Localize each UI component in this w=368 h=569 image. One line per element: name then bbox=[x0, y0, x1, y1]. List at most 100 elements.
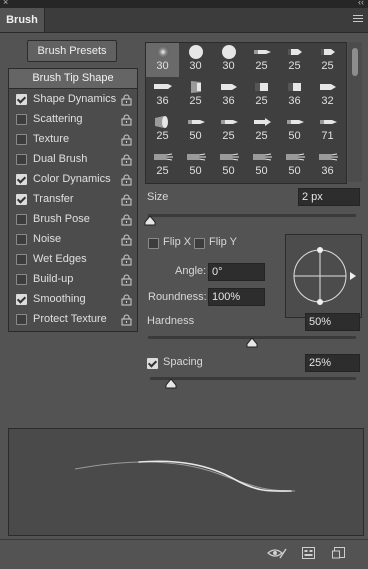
dual-brush-checkbox[interactable] bbox=[16, 154, 27, 165]
brush-size-label: 25 bbox=[288, 60, 301, 72]
brush-size-label: 36 bbox=[288, 95, 301, 107]
spacing-slider[interactable] bbox=[150, 377, 356, 380]
sidebar-item-dual-brush[interactable]: Dual Brush bbox=[9, 149, 137, 169]
build-up-checkbox[interactable] bbox=[16, 274, 27, 285]
transfer-checkbox[interactable] bbox=[16, 194, 27, 205]
sidebar-item-brush-pose[interactable]: Brush Pose bbox=[9, 209, 137, 229]
brush-size-label: 50 bbox=[288, 130, 301, 142]
eye-brush-icon[interactable] bbox=[267, 547, 287, 562]
shape-dynamics-checkbox[interactable] bbox=[16, 94, 27, 105]
brush-tip-cell[interactable]: 30 bbox=[146, 43, 179, 77]
lock-icon[interactable] bbox=[121, 113, 132, 126]
hard-round-brush-icon bbox=[185, 45, 207, 59]
brush-tip-cell[interactable]: 30 bbox=[179, 43, 212, 77]
pencil-brush-icon bbox=[251, 45, 273, 59]
sidebar-item-label: Smoothing bbox=[33, 293, 86, 305]
brush-tip-cell[interactable]: 50 bbox=[179, 148, 212, 182]
grid-icon[interactable] bbox=[302, 547, 315, 562]
size-slider[interactable] bbox=[148, 214, 356, 217]
brush-tip-cell[interactable]: 25 bbox=[212, 113, 245, 147]
noise-checkbox[interactable] bbox=[16, 234, 27, 245]
brush-presets-button[interactable]: Brush Presets bbox=[27, 40, 117, 62]
brush-tip-cell[interactable]: 25 bbox=[245, 43, 278, 77]
sidebar-item-label: Protect Texture bbox=[33, 313, 107, 325]
flip-y-checkbox[interactable] bbox=[194, 238, 205, 249]
brush-tip-cell[interactable]: 50 bbox=[212, 148, 245, 182]
brush-tip-cell[interactable]: 50 bbox=[245, 148, 278, 182]
lock-icon[interactable] bbox=[121, 153, 132, 166]
grid-scrollbar[interactable] bbox=[348, 42, 362, 182]
soft-round-brush-icon bbox=[152, 45, 174, 59]
hard-round-brush-icon bbox=[218, 45, 240, 59]
box-brush-icon bbox=[284, 80, 306, 94]
tab-brush[interactable]: Brush bbox=[0, 8, 45, 32]
brush-tip-cell[interactable]: 25 bbox=[278, 43, 311, 77]
sidebar-item-scattering[interactable]: Scattering bbox=[9, 109, 137, 129]
lock-icon[interactable] bbox=[121, 293, 132, 306]
collapse-icon[interactable]: ‹‹ bbox=[358, 0, 364, 7]
brush-tip-cell[interactable]: 50 bbox=[278, 148, 311, 182]
smoothing-checkbox[interactable] bbox=[16, 294, 27, 305]
brush-tip-cell[interactable]: 25 bbox=[245, 113, 278, 147]
brush-size-label: 30 bbox=[156, 60, 169, 72]
bristle-brush-icon bbox=[284, 150, 306, 164]
color-dynamics-checkbox[interactable] bbox=[16, 174, 27, 185]
lock-icon[interactable] bbox=[121, 93, 132, 106]
angle-field[interactable]: 0° bbox=[208, 263, 265, 281]
spacing-field[interactable]: 25% bbox=[305, 354, 360, 372]
brush-tip-cell[interactable]: 30 bbox=[212, 43, 245, 77]
hardness-field[interactable]: 50% bbox=[305, 313, 360, 331]
brush-tip-cell[interactable]: 36 bbox=[146, 78, 179, 112]
scrollbar-thumb[interactable] bbox=[352, 48, 358, 76]
wet-edges-checkbox[interactable] bbox=[16, 254, 27, 265]
lock-icon[interactable] bbox=[121, 173, 132, 186]
brush-tip-cell[interactable]: 25 bbox=[146, 113, 179, 147]
lock-icon[interactable] bbox=[121, 133, 132, 146]
size-field[interactable]: 2 px bbox=[298, 188, 360, 206]
brush-tip-shape-item[interactable]: Brush Tip Shape bbox=[9, 69, 137, 89]
lock-icon[interactable] bbox=[121, 253, 132, 266]
flat-brush-icon bbox=[152, 80, 174, 94]
brush-tip-cell[interactable]: 50 bbox=[179, 113, 212, 147]
brush-tip-cell[interactable]: 36 bbox=[212, 78, 245, 112]
sidebar-item-wet-edges[interactable]: Wet Edges bbox=[9, 249, 137, 269]
brush-tip-cell[interactable]: 50 bbox=[278, 113, 311, 147]
sidebar-item-transfer[interactable]: Transfer bbox=[9, 189, 137, 209]
sidebar-item-label: Brush Pose bbox=[33, 213, 90, 225]
brush-size-label: 50 bbox=[189, 165, 202, 177]
sidebar-item-protect-texture[interactable]: Protect Texture bbox=[9, 309, 137, 329]
panel-menu-icon[interactable] bbox=[353, 15, 363, 24]
brush-tip-cell[interactable]: 71 bbox=[311, 113, 344, 147]
brush-tip-cell[interactable]: 32 bbox=[311, 78, 344, 112]
brush-tip-cell[interactable]: 36 bbox=[278, 78, 311, 112]
bristle-brush-icon bbox=[251, 150, 273, 164]
spacing-checkbox[interactable] bbox=[147, 358, 158, 369]
sidebar-item-texture[interactable]: Texture bbox=[9, 129, 137, 149]
brush-tip-cell[interactable]: 25 bbox=[245, 78, 278, 112]
sidebar-item-shape-dynamics[interactable]: Shape Dynamics bbox=[9, 89, 137, 109]
texture-checkbox[interactable] bbox=[16, 134, 27, 145]
lock-icon[interactable] bbox=[121, 273, 132, 286]
roundness-field[interactable]: 100% bbox=[208, 288, 265, 306]
sidebar-item-build-up[interactable]: Build-up bbox=[9, 269, 137, 289]
sidebar-item-smoothing[interactable]: Smoothing bbox=[9, 289, 137, 309]
brush-tip-cell[interactable]: 25 bbox=[146, 148, 179, 182]
sidebar-item-color-dynamics[interactable]: Color Dynamics bbox=[9, 169, 137, 189]
lock-icon[interactable] bbox=[121, 193, 132, 206]
sidebar-item-noise[interactable]: Noise bbox=[9, 229, 137, 249]
brush-tip-cell[interactable]: 36 bbox=[311, 148, 344, 182]
brush-pose-checkbox[interactable] bbox=[16, 214, 27, 225]
brush-tip-cell[interactable]: 25 bbox=[311, 43, 344, 77]
angle-roundness-widget[interactable] bbox=[285, 234, 362, 318]
flip-x-checkbox[interactable] bbox=[148, 238, 159, 249]
brush-size-label: 32 bbox=[321, 95, 334, 107]
protect-texture-checkbox[interactable] bbox=[16, 314, 27, 325]
lock-icon[interactable] bbox=[121, 233, 132, 246]
new-preset-icon[interactable] bbox=[332, 547, 345, 562]
lock-icon[interactable] bbox=[121, 213, 132, 226]
lock-icon[interactable] bbox=[121, 313, 132, 326]
scattering-checkbox[interactable] bbox=[16, 114, 27, 125]
brush-tip-cell[interactable]: 25 bbox=[179, 78, 212, 112]
close-icon[interactable]: × bbox=[3, 0, 8, 7]
sidebar-item-label: Noise bbox=[33, 233, 62, 245]
